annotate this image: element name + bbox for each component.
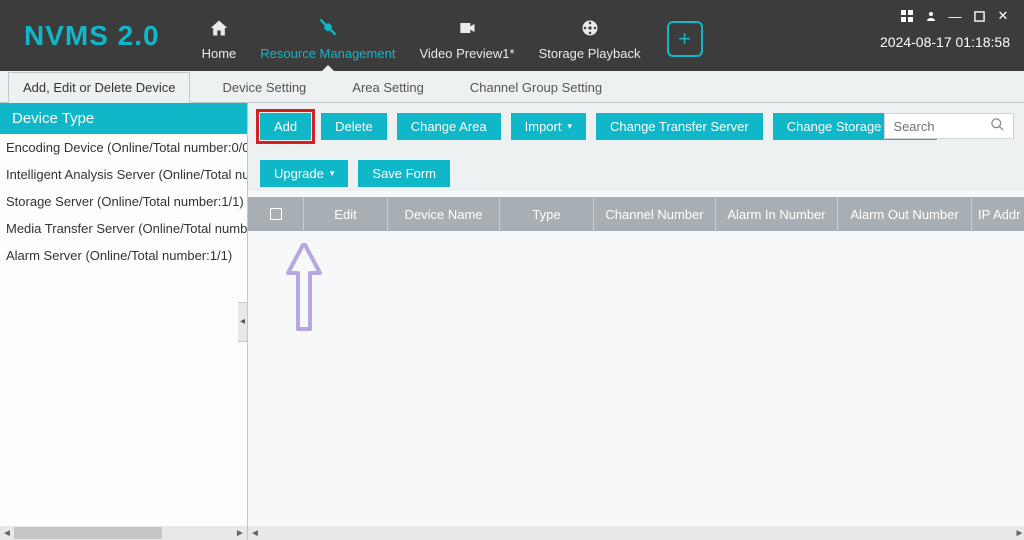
nav-label: Resource Management <box>260 46 395 61</box>
sidebar-item-intelligent[interactable]: Intelligent Analysis Server (Online/Tota… <box>0 161 247 188</box>
change-transfer-button[interactable]: Change Transfer Server <box>596 113 763 140</box>
sidebar-collapse-handle[interactable]: ◂ <box>238 302 248 342</box>
table-header: Edit Device Name Type Channel Number Ala… <box>248 197 1024 231</box>
user-icon[interactable] <box>924 10 938 22</box>
nav-home[interactable]: Home <box>190 0 249 71</box>
scroll-left-icon[interactable]: ◄ <box>248 528 262 539</box>
sidebar-item-encoding[interactable]: Encoding Device (Online/Total number:0/0… <box>0 134 247 161</box>
close-icon[interactable]: ✕ <box>996 8 1010 24</box>
camera-icon <box>456 14 478 42</box>
delete-button[interactable]: Delete <box>321 113 387 140</box>
nav-resource-management[interactable]: Resource Management <box>248 0 407 71</box>
th-type[interactable]: Type <box>500 197 594 231</box>
nav-label: Storage Playback <box>539 46 641 61</box>
sidebar-item-alarm[interactable]: Alarm Server (Online/Total number:1/1) <box>0 242 247 269</box>
reel-icon <box>579 14 601 42</box>
annotation-arrow-icon <box>284 243 324 333</box>
th-checkbox[interactable] <box>248 197 304 231</box>
nav-video-preview[interactable]: Video Preview1* <box>407 0 526 71</box>
tab-device-setting[interactable]: Device Setting <box>208 73 320 102</box>
th-alarm-out[interactable]: Alarm Out Number <box>838 197 972 231</box>
scroll-thumb[interactable] <box>14 527 162 539</box>
sidebar-hscroll[interactable]: ◄ ► <box>0 526 247 540</box>
scroll-left-icon[interactable]: ◄ <box>0 528 14 539</box>
tools-icon <box>317 14 339 42</box>
add-button[interactable]: Add <box>260 113 311 140</box>
scroll-right-icon[interactable]: ► <box>1012 528 1024 539</box>
nav-storage-playback[interactable]: Storage Playback <box>527 0 653 71</box>
main-panel: Add Delete Change Area Import ▾ Change Tr… <box>248 103 1024 540</box>
tab-add-edit-delete[interactable]: Add, Edit or Delete Device <box>8 72 190 103</box>
plus-icon: + <box>678 26 691 52</box>
search-box[interactable] <box>884 113 1014 139</box>
save-form-button[interactable]: Save Form <box>358 160 450 187</box>
th-edit[interactable]: Edit <box>304 197 388 231</box>
nav-label: Video Preview1* <box>419 46 514 61</box>
checkbox-icon[interactable] <box>270 208 282 220</box>
minimize-icon[interactable]: — <box>948 9 962 24</box>
grid-icon[interactable] <box>900 10 914 22</box>
th-device-name[interactable]: Device Name <box>388 197 500 231</box>
tab-area-setting[interactable]: Area Setting <box>338 73 438 102</box>
sidebar-title: Device Type <box>0 103 247 134</box>
upgrade-button[interactable]: Upgrade ▾ <box>260 160 348 187</box>
search-icon[interactable] <box>990 117 1005 135</box>
import-button[interactable]: Import ▾ <box>511 113 586 140</box>
search-input[interactable] <box>893 119 990 134</box>
add-tab-button[interactable]: + <box>667 21 703 57</box>
chevron-down-icon: ▾ <box>567 121 572 132</box>
app-header: NVMS 2.0 Home Resource Management Video … <box>0 0 1024 71</box>
window-controls: — ✕ <box>900 8 1010 24</box>
sidebar-item-storage[interactable]: Storage Server (Online/Total number:1/1) <box>0 188 247 215</box>
th-channel-number[interactable]: Channel Number <box>594 197 716 231</box>
app-logo: NVMS 2.0 <box>0 20 190 52</box>
top-nav: Home Resource Management Video Preview1*… <box>190 0 703 71</box>
toolbar: Add Delete Change Area Import ▾ Change Tr… <box>248 103 1024 191</box>
sidebar-items: Encoding Device (Online/Total number:0/0… <box>0 134 247 526</box>
body: Device Type Encoding Device (Online/Tota… <box>0 103 1024 540</box>
chevron-left-icon: ◂ <box>240 316 245 327</box>
maximize-icon[interactable] <box>972 11 986 22</box>
scroll-right-icon[interactable]: ► <box>233 528 247 539</box>
th-ip-addr[interactable]: IP Addr <box>972 197 1024 231</box>
header-datetime: 2024-08-17 01:18:58 <box>880 34 1010 50</box>
th-alarm-in[interactable]: Alarm In Number <box>716 197 838 231</box>
main-hscroll[interactable]: ◄ ► <box>248 526 1024 540</box>
sub-tabs: Add, Edit or Delete Device Device Settin… <box>0 71 1024 103</box>
sidebar: Device Type Encoding Device (Online/Tota… <box>0 103 248 540</box>
upgrade-label: Upgrade <box>274 166 324 181</box>
chevron-down-icon: ▾ <box>330 168 335 179</box>
sidebar-item-media-transfer[interactable]: Media Transfer Server (Online/Total numb… <box>0 215 247 242</box>
tab-channel-group-setting[interactable]: Channel Group Setting <box>456 73 616 102</box>
table-body <box>248 231 1024 526</box>
nav-label: Home <box>202 46 237 61</box>
home-icon <box>208 14 230 42</box>
change-area-button[interactable]: Change Area <box>397 113 501 140</box>
import-label: Import <box>525 119 562 134</box>
header-right: — ✕ 2024-08-17 01:18:58 <box>880 8 1010 50</box>
